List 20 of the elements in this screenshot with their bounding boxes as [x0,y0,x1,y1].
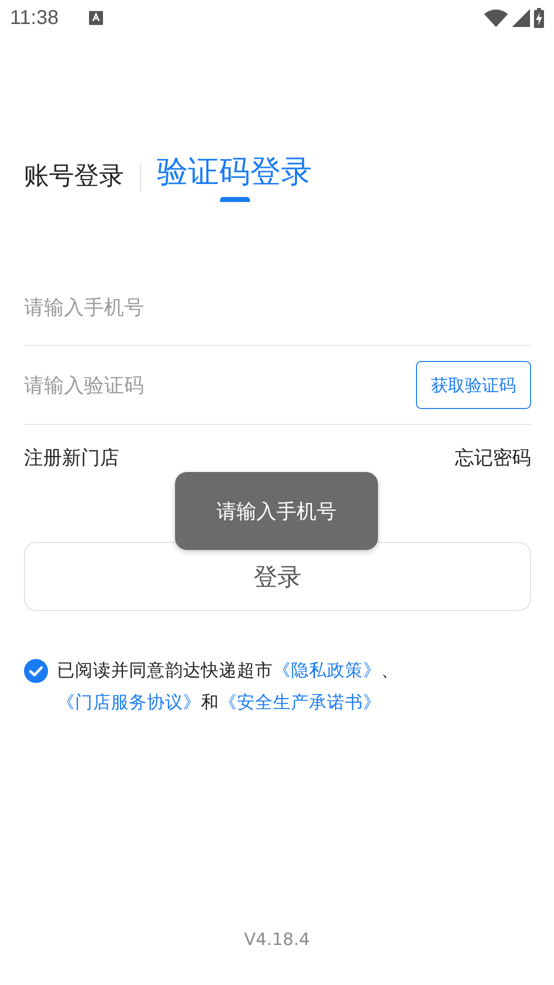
code-field[interactable]: 请输入验证码 获取验证码 [24,346,531,426]
tab[interactable]: 验证码登录 [157,152,312,202]
agreement-link[interactable]: 《门店服务协议》 [57,693,201,714]
checkbox[interactable] [24,659,48,684]
tab[interactable]: 账号登录 [24,160,124,202]
version-label: V4.18.4 [244,930,310,950]
agreement-link[interactable]: 《安全生产承诺书》 [219,693,381,714]
get-code-button[interactable]: 获取验证码 [416,361,531,410]
login-button[interactable]: 登录 [24,542,531,612]
clock-time: 11:38 [10,6,59,30]
register-link[interactable]: 注册新门店 [24,445,119,472]
agreement-text: 已阅读并同意韵达快递超市《隐私政策》、 《门店服务协议》和《安全生产承诺书》 [57,660,400,716]
forgot-password-link[interactable]: 忘记密码 [455,445,531,472]
wifi-icon [484,9,508,27]
agreement-link[interactable]: 《隐私政策》 [273,661,381,682]
phone-field[interactable]: 请输入手机号 [24,268,531,346]
toast-message: 请输入手机号 [175,472,378,550]
signal-icon [512,9,530,27]
keyboard-icon [88,11,103,25]
battery-charging-icon [534,8,544,28]
